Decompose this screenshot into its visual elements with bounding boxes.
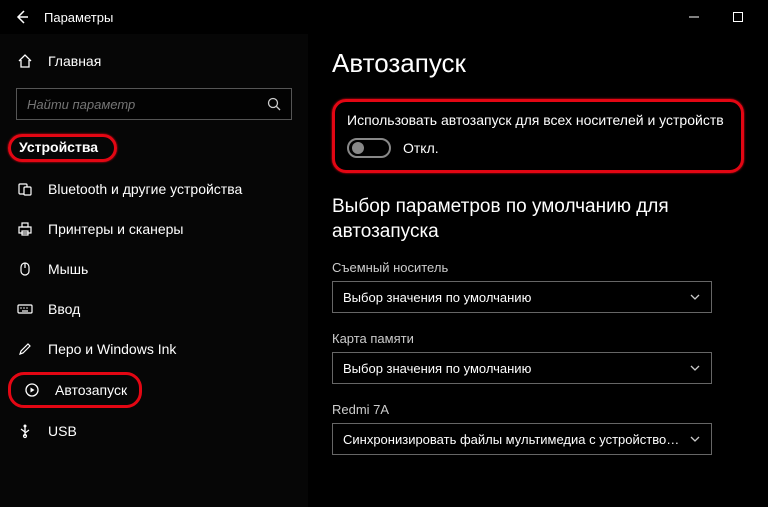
field-removable: Съемный носитель Выбор значения по умолч… xyxy=(332,260,744,313)
sidebar-item-mouse[interactable]: Мышь xyxy=(0,250,308,288)
select-memorycard[interactable]: Выбор значения по умолчанию xyxy=(332,352,712,384)
maximize-button[interactable] xyxy=(716,3,760,31)
search-box[interactable] xyxy=(16,88,292,120)
select-value: Синхронизировать файлы мультимедиа с уст… xyxy=(343,432,681,447)
sidebar-item-label: Автозапуск xyxy=(55,382,127,398)
back-button[interactable] xyxy=(8,3,36,31)
mouse-icon xyxy=(16,260,34,278)
sidebar-item-label: Перо и Windows Ink xyxy=(48,341,176,357)
devices-icon xyxy=(16,180,34,198)
chevron-down-icon xyxy=(689,362,701,374)
search-icon xyxy=(267,97,281,111)
toggle-label: Использовать автозапуск для всех носител… xyxy=(347,112,727,128)
toggle-state: Откл. xyxy=(403,140,439,156)
arrow-left-icon xyxy=(14,9,30,25)
field-redmi7a: Redmi 7A Синхронизировать файлы мультиме… xyxy=(332,402,744,455)
sidebar-item-label: Bluetooth и другие устройства xyxy=(48,181,242,197)
sidebar-item-label: Мышь xyxy=(48,261,88,277)
content-area: Автозапуск Использовать автозапуск для в… xyxy=(308,34,768,507)
pen-icon xyxy=(16,340,34,358)
field-label: Redmi 7A xyxy=(332,402,744,417)
sidebar-item-home[interactable]: Главная xyxy=(0,42,308,80)
field-label: Карта памяти xyxy=(332,331,744,346)
sidebar-item-usb[interactable]: USB xyxy=(0,412,308,450)
sidebar-item-bluetooth[interactable]: Bluetooth и другие устройства xyxy=(0,170,308,208)
page-title: Автозапуск xyxy=(332,48,744,79)
select-removable[interactable]: Выбор значения по умолчанию xyxy=(332,281,712,313)
chevron-down-icon xyxy=(689,433,701,445)
minimize-button[interactable] xyxy=(672,3,716,31)
sidebar-item-autoplay[interactable]: Автозапуск xyxy=(8,372,142,408)
toggle-knob-icon xyxy=(352,142,364,154)
section-subhead: Выбор параметров по умолчанию для автоза… xyxy=(332,195,744,244)
select-value: Выбор значения по умолчанию xyxy=(343,290,681,305)
search-input[interactable] xyxy=(17,97,257,112)
home-icon xyxy=(16,52,34,70)
sidebar-item-label: Ввод xyxy=(48,301,80,317)
search-button[interactable] xyxy=(257,89,291,119)
autoplay-icon xyxy=(23,381,41,399)
chevron-down-icon xyxy=(689,291,701,303)
autoplay-toggle[interactable] xyxy=(347,138,391,158)
keyboard-icon xyxy=(16,300,34,318)
sidebar-item-pen[interactable]: Перо и Windows Ink xyxy=(0,330,308,368)
sidebar-item-label: Главная xyxy=(48,53,101,69)
minimize-icon xyxy=(689,12,699,22)
field-label: Съемный носитель xyxy=(332,260,744,275)
sidebar-item-typing[interactable]: Ввод xyxy=(0,290,308,328)
sidebar-item-printers[interactable]: Принтеры и сканеры xyxy=(0,210,308,248)
sidebar: Главная Устройства Bluetooth и другие ус… xyxy=(0,34,308,507)
sidebar-item-label: Принтеры и сканеры xyxy=(48,221,183,237)
titlebar: Параметры xyxy=(0,0,768,34)
sidebar-section-devices: Устройства xyxy=(8,134,117,162)
usb-icon xyxy=(16,422,34,440)
autoplay-toggle-block: Использовать автозапуск для всех носител… xyxy=(332,99,744,173)
sidebar-item-label: USB xyxy=(48,423,77,439)
printer-icon xyxy=(16,220,34,238)
select-value: Выбор значения по умолчанию xyxy=(343,361,681,376)
window-title: Параметры xyxy=(44,10,113,25)
select-redmi7a[interactable]: Синхронизировать файлы мультимедиа с уст… xyxy=(332,423,712,455)
maximize-icon xyxy=(733,12,743,22)
field-memorycard: Карта памяти Выбор значения по умолчанию xyxy=(332,331,744,384)
